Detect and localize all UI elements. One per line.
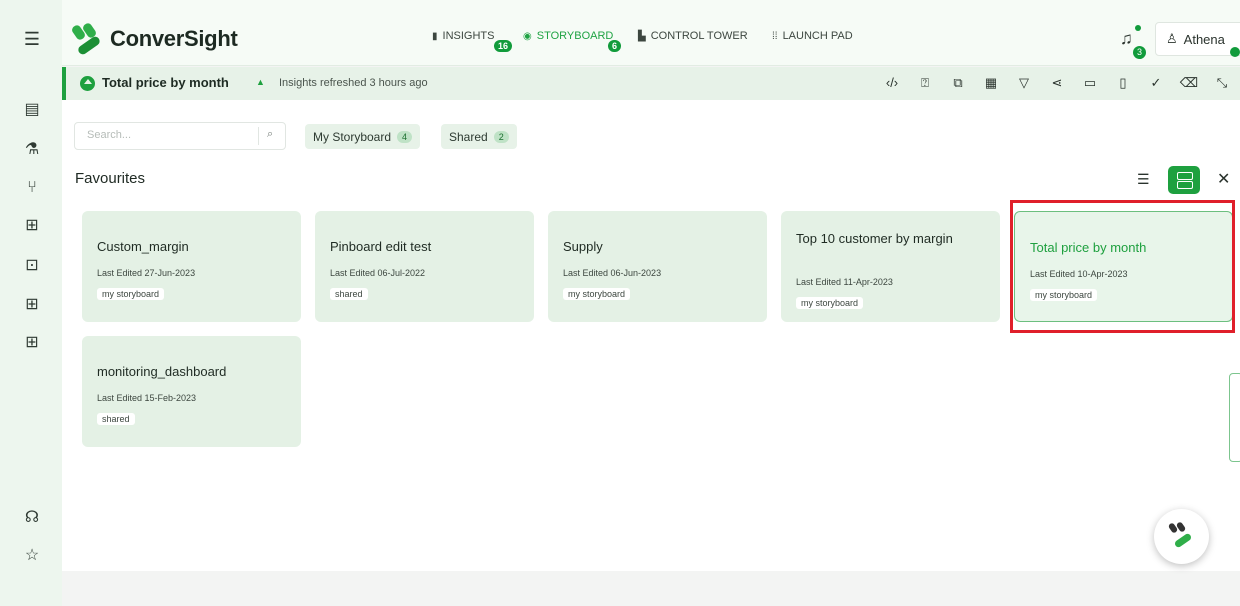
layout-icon[interactable]: ▦ [981, 75, 1001, 91]
card-edited: Last Edited 27-Jun-2023 [97, 268, 196, 278]
insights-list-icon[interactable]: ▤ [23, 101, 41, 119]
nav-launch-pad[interactable]: ⁞⁞ LAUNCH PAD [772, 30, 853, 42]
search-icon[interactable]: ⌕ [267, 128, 273, 141]
card-edited: Last Edited 11-Apr-2023 [796, 277, 893, 287]
card-title: Top 10 customer by margin [796, 231, 953, 246]
expand-icon[interactable]: ⤡ [1212, 75, 1232, 91]
list-view-icon[interactable]: ☰ [1137, 171, 1150, 188]
tower-icon: ▙ [638, 30, 646, 42]
storyboard-icon: ◉ [523, 30, 532, 42]
document-icon[interactable]: ▯ [1113, 75, 1133, 91]
card-tag: my storyboard [97, 288, 165, 300]
card-title: Custom_margin [97, 239, 189, 254]
help-icon[interactable]: ⍰ [915, 75, 935, 91]
user-menu[interactable]: ♙ Athena [1155, 22, 1240, 56]
nav-control-tower[interactable]: ▙ CONTROL TOWER [638, 30, 748, 42]
refresh-status: Insights refreshed 3 hours ago [279, 77, 428, 89]
left-rail: ☰ ▤ ⚗ ⑂ ⊞ ⊡ ⊞ ⊞ ☊ ☆ [0, 0, 62, 606]
top-header: ConverSight ▮ INSIGHTS 16 ◉ STORYBOARD 6… [62, 0, 1240, 66]
bar-chart-icon: ▮ [432, 30, 438, 42]
storyboard-badge: 6 [608, 40, 622, 52]
logo-text: ConverSight [110, 26, 238, 51]
card-tag: my storyboard [796, 297, 864, 309]
search-divider [258, 127, 259, 145]
lab-flask-icon[interactable]: ⚗ [23, 141, 41, 159]
filter-icon[interactable]: ▽ [1014, 75, 1034, 91]
filter-label: My Storyboard [313, 129, 392, 144]
star-icon[interactable]: ☆ [23, 547, 41, 565]
grid-icon: ⁞⁞ [772, 30, 778, 42]
nav-label: STORYBOARD [536, 30, 614, 42]
nav-insights[interactable]: ▮ INSIGHTS [432, 30, 494, 42]
card-tag: shared [97, 413, 135, 425]
card-title: Pinboard edit test [330, 239, 432, 254]
nav-storyboard[interactable]: ◉ STORYBOARD [523, 30, 613, 42]
org-chart-icon[interactable]: ⊞ [23, 334, 41, 352]
bell-icon[interactable]: ♫ [1120, 29, 1133, 49]
storyboard-title[interactable]: Total price by month [102, 75, 229, 90]
storyboard-card[interactable]: Top 10 customer by margin Last Edited 11… [781, 211, 1000, 322]
user-caret-icon[interactable] [1230, 47, 1240, 57]
delete-icon[interactable]: ⌫ [1179, 75, 1199, 91]
card-edited: Last Edited 06-Jun-2023 [563, 268, 662, 278]
notification-count-badge: 3 [1133, 46, 1146, 59]
card-title: monitoring_dashboard [97, 364, 227, 379]
storyboard-card[interactable]: monitoring_dashboard Last Edited 15-Feb-… [82, 336, 301, 447]
calendar-icon[interactable]: ▭ [1080, 75, 1100, 91]
card-tag: shared [330, 288, 368, 300]
storyboard-toolbar: ‹/› ⍰ ⧉ ▦ ▽ ⋖ ▭ ▯ ✓ ⌫ ⤡ [882, 75, 1232, 91]
card-edited: Last Edited 15-Feb-2023 [97, 393, 197, 403]
copy-icon[interactable]: ⧉ [948, 75, 968, 91]
chat-assistant-button[interactable] [1154, 509, 1209, 564]
card-tag: my storyboard [563, 288, 631, 300]
side-panel-tab[interactable] [1229, 373, 1240, 462]
nav-label: CONTROL TOWER [650, 30, 748, 42]
network-icon[interactable]: ⊞ [23, 296, 41, 314]
filter-shared[interactable]: Shared 2 [441, 124, 517, 149]
logo-mark-icon [70, 21, 102, 57]
user-name: Athena [1183, 31, 1225, 47]
selection-highlight [1010, 200, 1235, 333]
check-icon[interactable]: ✓ [1146, 75, 1166, 91]
user-icon: ♙ [1166, 31, 1178, 46]
close-icon[interactable]: ✕ [1217, 169, 1230, 189]
card-edited: Last Edited 06-Jul-2022 [330, 268, 426, 278]
branch-icon[interactable]: ⑂ [23, 179, 41, 197]
logo[interactable]: ConverSight [70, 21, 238, 57]
bell-status-dot [1135, 25, 1141, 31]
storyboard-title-bar: Total price by month ▲ Insights refreshe… [62, 67, 1240, 100]
section-title: Favourites [75, 170, 146, 187]
caret-up-icon[interactable]: ▲ [256, 77, 265, 87]
search-input[interactable] [87, 129, 247, 141]
insights-badge: 16 [494, 40, 513, 52]
menu-icon[interactable]: ☰ [23, 30, 41, 48]
share-icon[interactable]: ⋖ [1047, 75, 1067, 91]
nav-label: LAUNCH PAD [782, 30, 853, 42]
presentation-icon[interactable]: ⊡ [23, 257, 41, 275]
hierarchy-icon[interactable]: ⊞ [23, 217, 41, 235]
storyboard-card[interactable]: Supply Last Edited 06-Jun-2023 my storyb… [548, 211, 767, 322]
storyboard-card[interactable]: Pinboard edit test Last Edited 06-Jul-20… [315, 211, 534, 322]
search-box: ⌕ [74, 122, 286, 150]
card-title: Supply [563, 239, 603, 254]
nav-label: INSIGHTS [442, 30, 495, 42]
users-icon[interactable]: ☊ [23, 509, 41, 527]
filter-my-storyboard[interactable]: My Storyboard 4 [305, 124, 421, 149]
grid-view-button[interactable] [1168, 166, 1200, 194]
storyboard-status-icon [80, 76, 95, 91]
storyboard-card[interactable]: Custom_margin Last Edited 27-Jun-2023 my… [82, 211, 301, 322]
filter-count: 4 [397, 130, 413, 143]
code-icon[interactable]: ‹/› [882, 75, 902, 91]
filter-count: 2 [493, 130, 509, 143]
filter-label: Shared [449, 129, 488, 144]
